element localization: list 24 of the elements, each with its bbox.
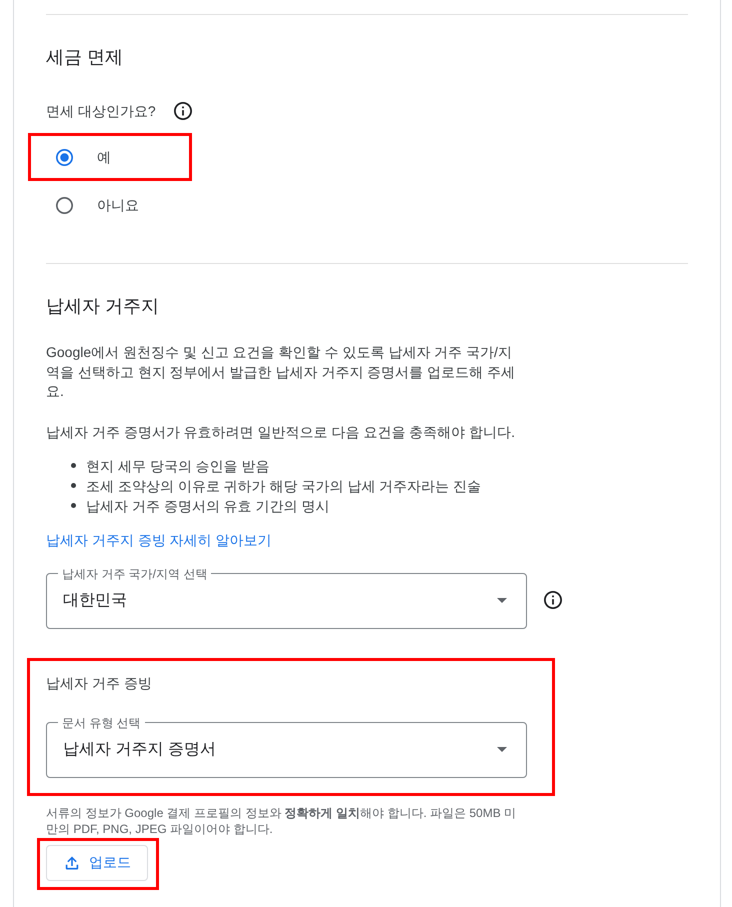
learn-more-link[interactable]: 납세자 거주지 증빙 자세히 알아보기	[46, 532, 272, 548]
bullet-icon	[71, 463, 76, 468]
section-heading: 세금 면제	[46, 46, 124, 69]
info-icon[interactable]	[174, 102, 192, 120]
requirements-intro: 납세자 거주 증명서가 유효하려면 일반적으로 다음 요건을 충족해야 합니다.	[46, 422, 516, 442]
upload-button[interactable]: 업로드	[46, 844, 148, 880]
question-label: 면세 대상인가요?	[46, 102, 156, 121]
radio-button[interactable]	[56, 148, 73, 166]
subsection-label: 납세자 거주 증빙	[46, 674, 153, 692]
bullet-icon	[71, 503, 76, 508]
section-heading: 납세자 거주지	[46, 295, 160, 318]
info-icon[interactable]	[544, 590, 562, 608]
requirement-text: 납세자 거주 증명서의 유효 기간의 명시	[86, 496, 330, 516]
file-requirements-note: 서류의 정보가 Google 결제 프로필의 정보와 정확하게 일치해야 합니다. 파일은 50MB 미만의 PDF, PNG, JPEG 파일이어야 합니다.	[46, 804, 518, 836]
caret-icon	[497, 747, 507, 752]
requirement-text: 조세 조약상의 이유로 귀하가 해당 국가의 납세 거주자라는 진술	[86, 476, 482, 496]
requirement-text: 현지 세무 당국의 승인을 받음	[86, 456, 270, 476]
radio-option[interactable]: 예	[56, 147, 111, 167]
radio-button[interactable]	[56, 196, 73, 214]
bullet-icon	[71, 483, 76, 488]
upload-icon	[65, 856, 79, 870]
caret-icon	[497, 598, 507, 603]
description-text: Google에서 원천징수 및 신고 요건을 확인할 수 있도록 납세자 거주 국가/지역을 선택하고 현지 정부에서 발급한 납세자 거주지 증명서를 업로드해 주세요.	[46, 343, 516, 401]
radio-option[interactable]: 아니요	[56, 195, 139, 215]
